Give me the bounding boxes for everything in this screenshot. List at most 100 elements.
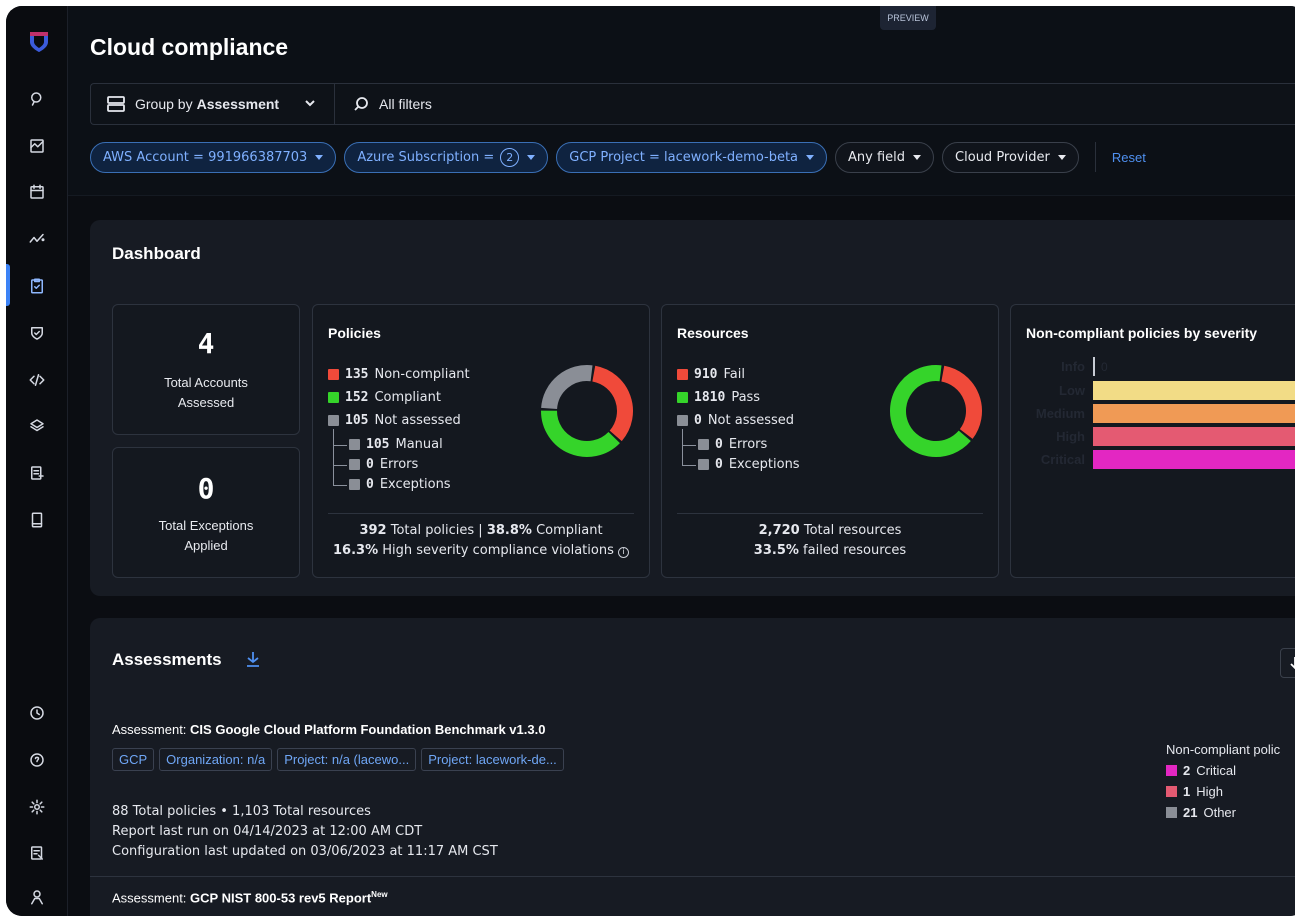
app-window: PREVIEW Cloud compliance Group by Assess… (6, 6, 1295, 916)
all-filters-search[interactable]: All filters (353, 84, 432, 124)
noncompliant-count: 135 (345, 367, 369, 382)
book-icon[interactable] (24, 507, 50, 533)
errors-count: 0 (715, 437, 723, 452)
severity-bar (1093, 357, 1095, 376)
download-icon[interactable] (245, 650, 261, 668)
tree-branch (333, 445, 347, 446)
total-accounts-label-2: Assessed (177, 395, 235, 410)
group-by-dropdown[interactable]: Group by Assessment (91, 84, 335, 124)
policies-summary-line2: 16.3% High severity compliance violation… (313, 541, 649, 561)
new-badge: New (371, 890, 388, 899)
search-icon[interactable] (24, 86, 50, 112)
total-resources-label: Total resources (803, 523, 902, 538)
chip-label: Cloud Provider (955, 149, 1050, 165)
layers-icon[interactable] (24, 413, 50, 439)
tag[interactable]: Organization: n/a (159, 748, 273, 771)
total-accounts-box: 4 Total Accounts Assessed (112, 304, 300, 435)
critical-swatch (1166, 765, 1177, 776)
chip-label: AWS Account = 991966387703 (103, 149, 308, 165)
severity-bar (1093, 404, 1295, 423)
document-list-icon[interactable] (24, 460, 50, 486)
dashboard-card: Dashboard 4 Total Accounts Assessed 0 To… (90, 220, 1295, 596)
resources-donut-segment-0[interactable] (940, 365, 982, 439)
inbox-chart-icon[interactable] (24, 133, 50, 159)
chip-azure-subscription[interactable]: Azure Subscription = 2 (344, 141, 549, 173)
gray-swatch (677, 415, 688, 426)
policies-panel: Policies 135 Non-compliant 152 Compliant 1… (312, 304, 650, 578)
shield-check-icon[interactable] (24, 320, 50, 346)
total-exceptions-box: 0 Total Exceptions Applied (112, 447, 300, 578)
legend-manual: 105 Manual (349, 437, 443, 452)
not-assessed-label: Not assessed (707, 413, 795, 428)
user-icon[interactable] (24, 884, 50, 910)
activity-icon[interactable] (24, 226, 50, 252)
total-exceptions-label-1: Total Exceptions (158, 518, 254, 533)
severity-row-info: Info 0 (1027, 357, 1108, 376)
dashboard-title: Dashboard (112, 244, 201, 263)
divider (1094, 142, 1096, 172)
severity-row-medium: Medium (1027, 404, 1295, 423)
gray-swatch (349, 459, 360, 470)
history-icon[interactable] (24, 700, 50, 726)
chip-count-badge: 2 (500, 147, 520, 167)
gray-swatch (349, 479, 360, 490)
policies-donut-segment-1[interactable] (541, 410, 620, 457)
policies-donut-segment-0[interactable] (591, 365, 633, 442)
info-icon[interactable]: i (617, 546, 629, 558)
code-icon[interactable] (24, 367, 50, 393)
ncp-title: Non-compliant polic (1166, 742, 1281, 757)
legend-errors: 0 Errors (349, 457, 418, 472)
ncp-count: 21 (1183, 805, 1198, 820)
policies-title: Policies (328, 325, 381, 341)
export-button[interactable] (1280, 648, 1295, 678)
caret-down-icon (527, 154, 536, 160)
filter-bar: Group by Assessment All filters (90, 83, 1295, 125)
compliance-clipboard-icon[interactable] (24, 273, 50, 299)
chip-label: Azure Subscription = (357, 149, 495, 165)
tag[interactable]: Project: lacework-de... (421, 748, 564, 771)
total-exceptions-label-2: Applied (184, 538, 228, 553)
filter-chips: AWS Account = 991966387703 Azure Subscri… (90, 141, 1146, 173)
assessment-title[interactable]: Assessment: CIS Google Cloud Platform Fo… (112, 722, 545, 737)
report-icon[interactable] (24, 840, 50, 866)
ncp-count: 2 (1183, 763, 1191, 778)
settings-gear-icon[interactable] (24, 794, 50, 820)
compliant-percent: 38.8% (486, 523, 532, 538)
main-area: PREVIEW Cloud compliance Group by Assess… (68, 6, 1295, 916)
ncp-row-other: 21 Other (1166, 805, 1280, 820)
gray-swatch (698, 439, 709, 450)
chip-cloud-provider[interactable]: Cloud Provider (942, 141, 1079, 173)
pass-count: 1810 (694, 390, 726, 405)
legend-not-assessed: 0 Not assessed (677, 413, 794, 428)
tree-branch (333, 465, 347, 466)
green-swatch (677, 392, 688, 403)
tag[interactable]: GCP (112, 748, 155, 771)
compliant-count: 152 (345, 390, 369, 405)
assessment-title[interactable]: Assessment: GCP NIST 800-53 rev5 ReportN… (112, 890, 388, 905)
chip-any-field[interactable]: Any field (835, 141, 935, 173)
legend-exceptions: 0 Exceptions (698, 457, 800, 472)
pass-label: Pass (731, 390, 761, 405)
severity-label: Info (1061, 359, 1085, 374)
severity-label: Critical (1040, 452, 1085, 467)
chip-gcp-project[interactable]: GCP Project = lacework-demo-beta (556, 141, 828, 173)
high-swatch (1166, 786, 1177, 797)
reset-button[interactable]: Reset (1112, 150, 1146, 165)
lacework-logo-icon[interactable] (28, 30, 50, 54)
tag[interactable]: Project: n/a (lacewo... (277, 748, 417, 771)
severity-label: High (1056, 429, 1085, 444)
calendar-icon[interactable] (24, 179, 50, 205)
gray-swatch (349, 439, 360, 450)
help-icon[interactable] (24, 747, 50, 773)
chip-aws-account[interactable]: AWS Account = 991966387703 (90, 141, 337, 173)
severity-bar (1093, 381, 1295, 400)
severity-label: Medium (1035, 406, 1085, 421)
not-assessed-count: 105 (345, 413, 369, 428)
legend-errors: 0 Errors (698, 437, 767, 452)
policies-donut-segment-2[interactable] (541, 365, 593, 410)
group-rows-icon (107, 96, 125, 112)
ncp-label: High (1196, 784, 1223, 799)
chevron-down-icon (305, 100, 315, 107)
header: PREVIEW Cloud compliance Group by Assess… (68, 6, 1295, 196)
resources-title: Resources (677, 325, 749, 341)
